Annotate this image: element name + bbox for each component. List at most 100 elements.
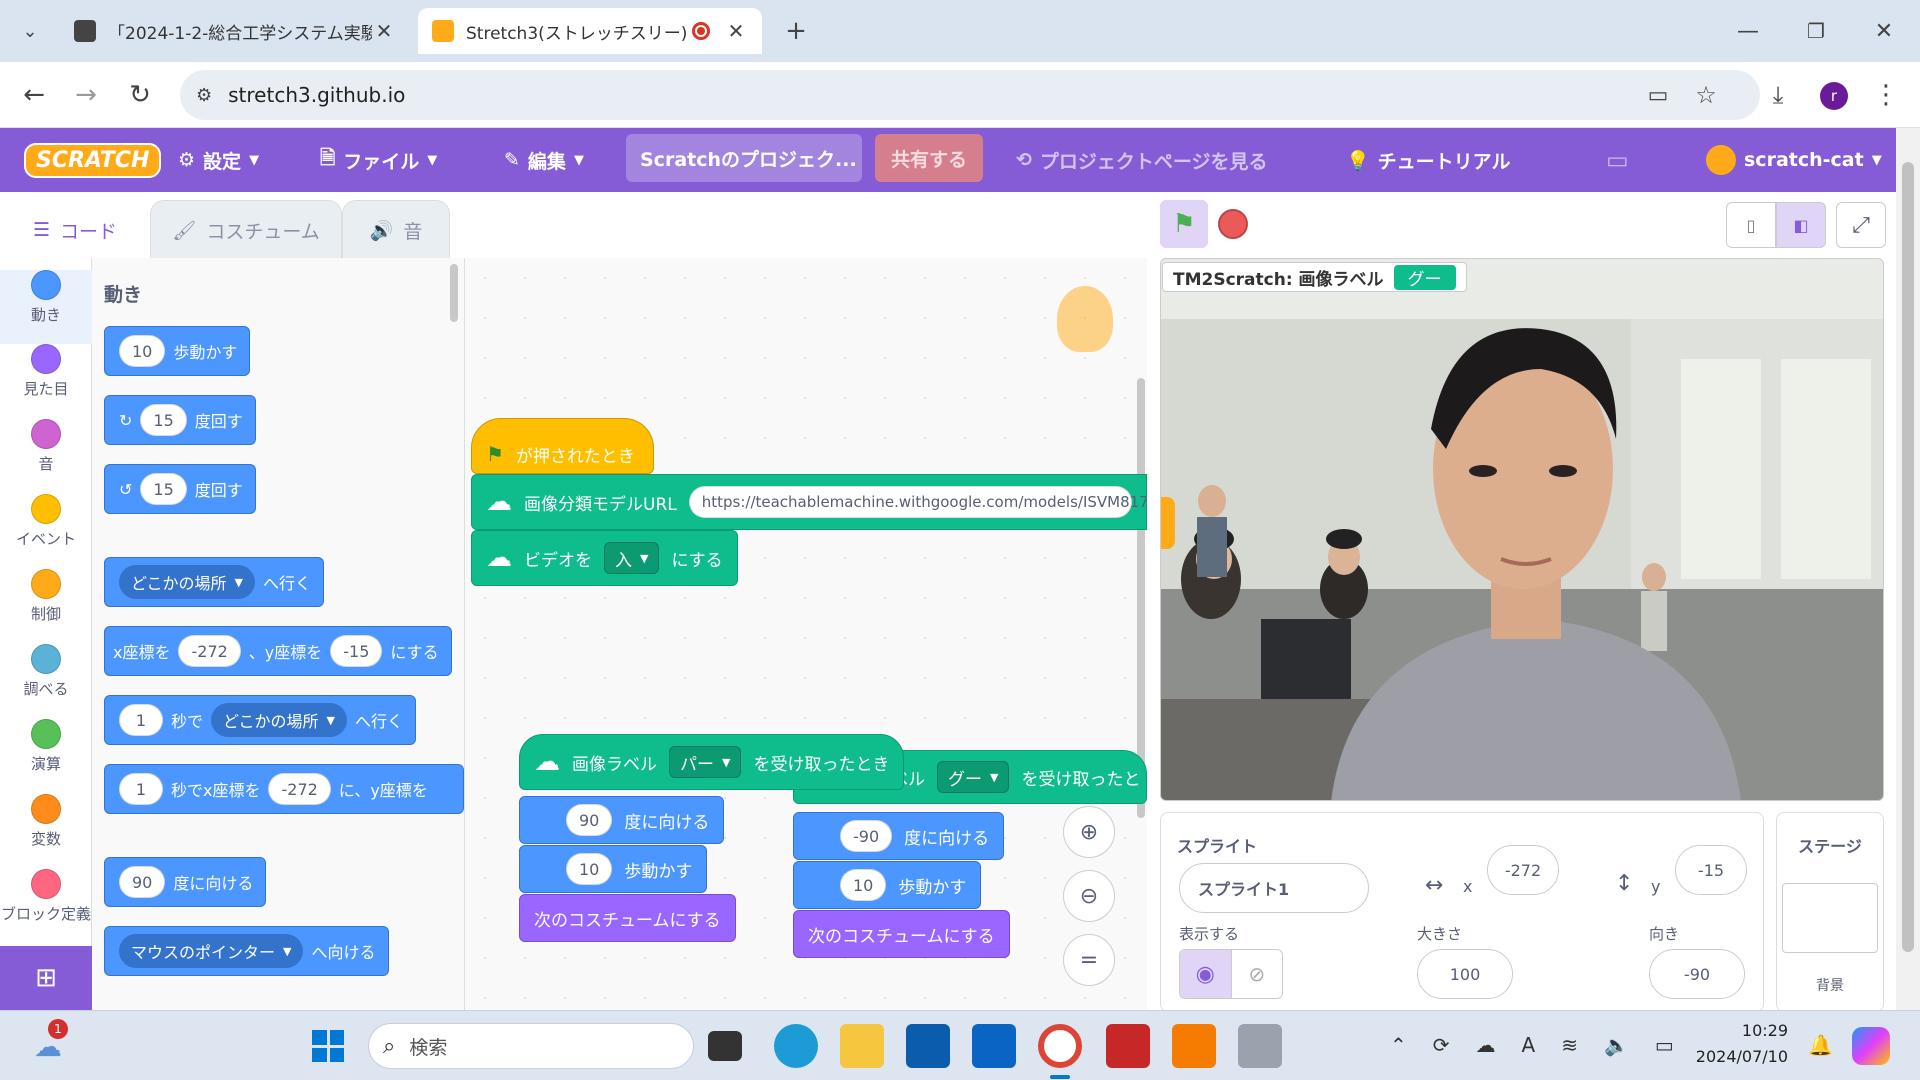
zoom-reset-icon[interactable]: = — [1063, 934, 1115, 986]
show-eye-icon[interactable]: ◉ — [1180, 950, 1231, 998]
x-input[interactable]: -272 — [178, 635, 241, 667]
cat-sprite[interactable] — [1161, 497, 1175, 549]
reload-icon[interactable]: ↻ — [118, 73, 162, 117]
steps-input[interactable]: 10 — [840, 869, 887, 901]
acrobat-icon[interactable] — [1106, 1024, 1150, 1068]
script-scrollbar[interactable] — [1137, 378, 1145, 818]
category-operators[interactable]: 演算 — [0, 719, 92, 793]
download-icon[interactable]: ⤓ — [1756, 73, 1800, 117]
video-toggle-block[interactable]: ☁ ビデオを 入 ▼ にする — [471, 530, 738, 586]
direction-input[interactable]: -90 — [840, 820, 893, 852]
secs-input[interactable]: 1 — [119, 704, 163, 736]
store-icon[interactable] — [906, 1024, 950, 1068]
goto-target-dropdown[interactable]: どこかの場所 ▼ — [119, 565, 255, 599]
block-glide-xy[interactable]: 1 秒でx座標を -272 に、y座標を — [104, 764, 464, 814]
tab-search-chevron-icon[interactable]: ⌄ — [8, 9, 52, 53]
profile-avatar[interactable]: r — [1820, 82, 1848, 110]
page-scrollbar-thumb[interactable] — [1902, 162, 1914, 952]
add-extension-button[interactable]: ⊞ — [0, 946, 92, 1010]
category-looks[interactable]: 見た目 — [0, 344, 92, 418]
when-flag-clicked-hat[interactable]: ⚑ が押されたとき — [471, 418, 654, 474]
see-project-page-button[interactable]: ⟲ プロジェクトページを見る — [1016, 128, 1268, 192]
x-input[interactable]: -272 — [268, 773, 331, 805]
block-turn-left[interactable]: ↺ 15 度回す — [104, 464, 256, 514]
account-menu[interactable]: scratch-cat ▼ — [1706, 128, 1882, 192]
towards-target-dropdown[interactable]: マウスのポインター ▼ — [119, 934, 304, 968]
bookmark-star-icon[interactable]: ☆ — [1684, 73, 1728, 117]
normal-stage-button[interactable]: ◧ — [1776, 202, 1826, 248]
category-my-blocks[interactable]: ブロック定義 — [0, 869, 92, 949]
file-menu[interactable]: 🗎 ファイル ▼ — [320, 128, 437, 192]
palette-scrollbar[interactable] — [450, 264, 458, 322]
script-area[interactable]: ⚑ が押されたとき ☁ 画像分類モデルURL https://teachable… — [465, 258, 1147, 1010]
block-move-steps[interactable]: 10 歩動かす — [104, 326, 251, 376]
site-info-icon[interactable]: ⚙ — [196, 85, 212, 106]
point-direction-block-1[interactable]: 90 度に向ける — [519, 796, 725, 844]
small-stage-button[interactable]: ▯ — [1726, 202, 1776, 248]
fullscreen-icon[interactable]: ⤢ — [1836, 202, 1886, 248]
menu-kebab-icon[interactable]: ⋮ — [1864, 73, 1908, 117]
sync-icon[interactable]: ⟳ — [1433, 1033, 1450, 1057]
box-app-icon[interactable] — [1238, 1024, 1282, 1068]
block-turn-right[interactable]: ↻ 15 度回す — [104, 395, 256, 445]
minimize-icon[interactable]: — — [1726, 9, 1770, 53]
volume-icon[interactable]: 🔈 — [1604, 1033, 1629, 1057]
backdrop-thumbnail[interactable] — [1782, 883, 1878, 953]
steps-input[interactable]: 10 — [566, 853, 613, 885]
fusion-icon[interactable] — [1172, 1024, 1216, 1068]
tutorials-button[interactable]: 💡 チュートリアル — [1346, 128, 1510, 192]
back-icon[interactable]: ← — [12, 73, 56, 117]
direction-input[interactable]: -90 — [1649, 949, 1745, 999]
move-steps-block-2[interactable]: 10 歩動かす — [793, 861, 982, 909]
tab-sounds[interactable]: 🔊 音 — [342, 200, 450, 260]
chevron-up-icon[interactable]: ⌃ — [1390, 1033, 1407, 1057]
task-view-icon[interactable] — [708, 1031, 742, 1061]
video-state-dropdown[interactable]: 入 ▼ — [604, 542, 660, 574]
block-point-direction[interactable]: 90 度に向ける — [104, 857, 267, 907]
taskbar-search-box[interactable]: ⌕ 検索 — [368, 1023, 694, 1069]
clock-time[interactable]: 10:29 — [1692, 1021, 1788, 1040]
next-costume-block-1[interactable]: 次のコスチュームにする — [519, 894, 736, 942]
glide-target-dropdown[interactable]: どこかの場所 ▼ — [211, 703, 348, 737]
secs-input[interactable]: 1 — [119, 773, 163, 805]
edit-menu[interactable]: ✎ 編集 ▼ — [504, 128, 584, 192]
settings-menu[interactable]: ⚙ 設定 ▼ — [178, 128, 259, 192]
category-sound[interactable]: 音 — [0, 419, 92, 493]
category-sensing[interactable]: 調べる — [0, 644, 92, 718]
tab-code[interactable]: ☰ コード — [0, 200, 150, 260]
degrees-input[interactable]: 15 — [140, 473, 187, 505]
block-goto-xy[interactable]: x座標を -272 、y座標を -15 にする — [104, 626, 452, 676]
url-text[interactable]: stretch3.github.io — [228, 83, 405, 107]
category-control[interactable]: 制御 — [0, 569, 92, 643]
file-explorer-icon[interactable] — [840, 1024, 884, 1068]
edge-icon[interactable] — [774, 1024, 818, 1068]
wifi-icon[interactable]: ≋ — [1561, 1033, 1578, 1057]
set-model-url-block[interactable]: ☁ 画像分類モデルURL https://teachablemachine.wi… — [471, 474, 1147, 530]
y-input[interactable]: -15 — [1675, 845, 1747, 895]
new-tab-icon[interactable]: + — [774, 9, 818, 53]
label-value-dropdown[interactable]: パー ▼ — [669, 746, 742, 778]
category-motion[interactable]: 動き — [0, 270, 92, 344]
copilot-icon[interactable] — [1852, 1027, 1890, 1065]
camera-icon[interactable]: ▭ — [1636, 73, 1680, 117]
clock-date[interactable]: 2024/07/10 — [1692, 1047, 1788, 1066]
point-direction-block-2[interactable]: -90 度に向ける — [793, 812, 1005, 860]
close-window-icon[interactable]: ✕ — [1862, 9, 1906, 53]
category-variables[interactable]: 変数 — [0, 794, 92, 868]
outlook-icon[interactable] — [972, 1024, 1016, 1068]
my-stuff-folder-icon[interactable]: ▭ — [1606, 128, 1629, 192]
cloud-off-icon[interactable]: ☁ — [1476, 1033, 1496, 1057]
stage-canvas[interactable] — [1160, 258, 1884, 801]
windows-start-icon[interactable] — [306, 1024, 350, 1068]
x-input[interactable]: -272 — [1487, 845, 1559, 895]
block-glide[interactable]: 1 秒で どこかの場所 ▼ へ行く — [104, 695, 417, 745]
variable-monitor[interactable]: TM2Scratch: 画像ラベル グー — [1162, 262, 1467, 292]
steps-input[interactable]: 10 — [119, 335, 166, 367]
move-steps-block-1[interactable]: 10 歩動かす — [519, 845, 708, 893]
size-input[interactable]: 100 — [1417, 949, 1513, 999]
omnibox[interactable]: ⚙ stretch3.github.io — [180, 70, 1760, 120]
battery-icon[interactable]: ▭ — [1655, 1033, 1674, 1057]
zoom-out-icon[interactable]: ⊖ — [1063, 870, 1115, 922]
green-flag-button[interactable]: ⚑ — [1160, 200, 1208, 248]
forward-icon[interactable]: → — [64, 73, 108, 117]
